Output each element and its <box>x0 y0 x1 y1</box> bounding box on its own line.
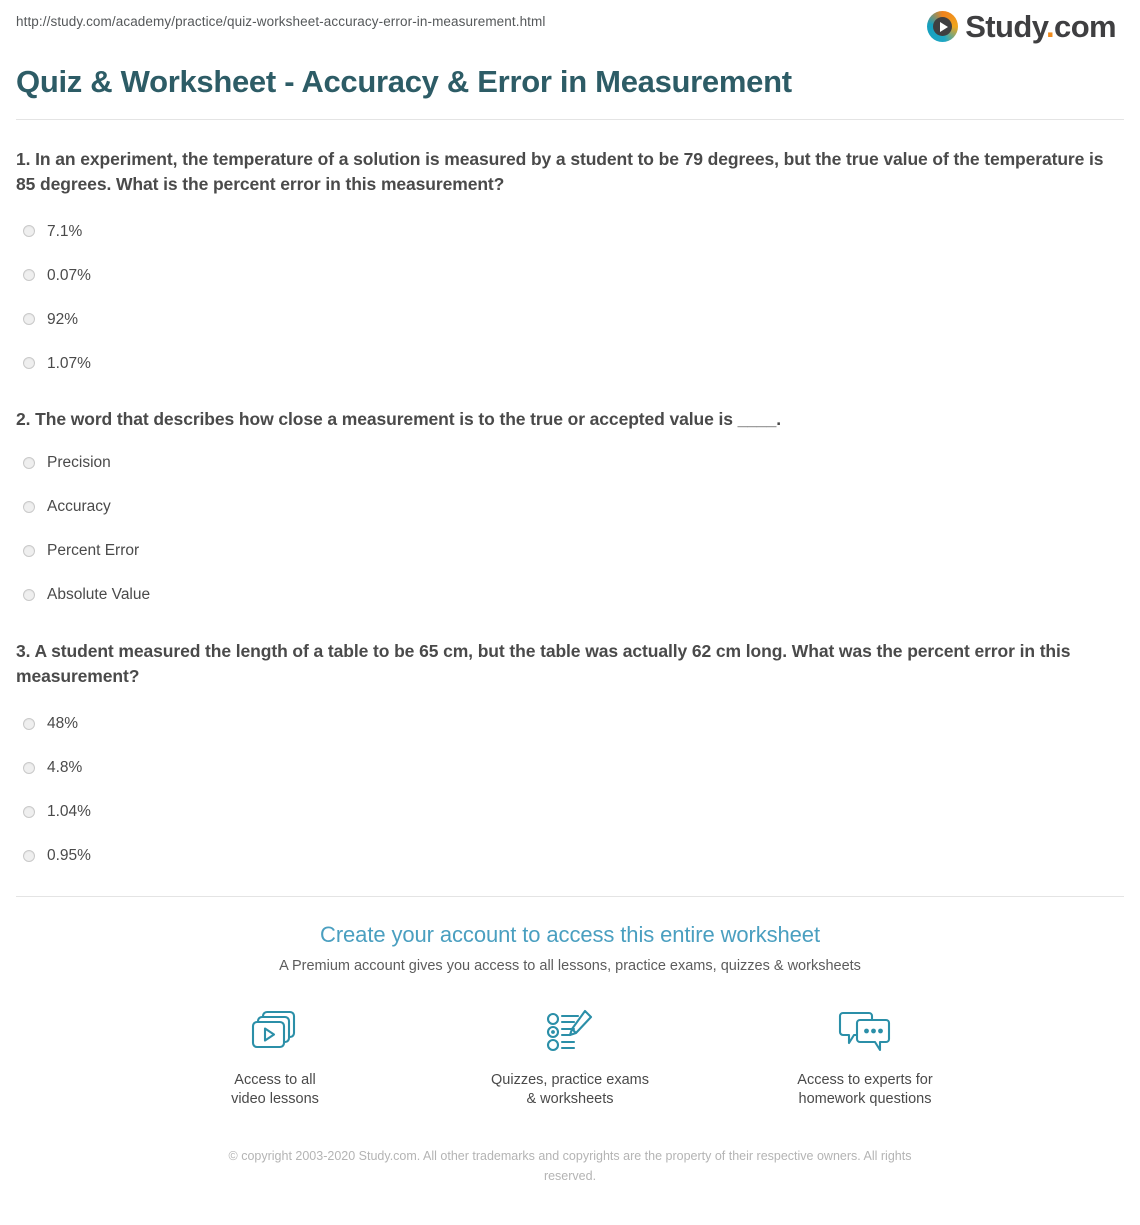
logo-word-dot: . <box>1046 9 1055 44</box>
radio-button-icon[interactable] <box>23 761 35 774</box>
radio-button-icon[interactable] <box>23 544 35 557</box>
option-label: 7.1% <box>47 222 83 240</box>
option-label: 1.07% <box>47 354 91 372</box>
logo-word-study: Study <box>965 9 1047 44</box>
option-row[interactable]: 92% <box>16 297 1124 341</box>
option-label: 48% <box>47 714 79 732</box>
option-row[interactable]: Percent Error <box>16 529 1124 573</box>
radio-button-icon[interactable] <box>23 269 35 282</box>
option-row[interactable]: 7.1% <box>16 209 1124 253</box>
question-1-text: 1. In an experiment, the temperature of … <box>16 148 1104 195</box>
question-3-text: 3. A student measured the length of a ta… <box>16 640 1071 687</box>
feature-quizzes: Quizzes, practice exams & worksheets <box>478 1004 663 1110</box>
question-1-options: 7.1% 0.07% 92% 1.07% <box>16 209 1124 385</box>
features-row: Access to all video lessons Quizzes, pra… <box>16 1004 1124 1110</box>
option-row[interactable]: 0.07% <box>16 253 1124 297</box>
question-3: 3. A student measured the length of a ta… <box>16 639 1124 878</box>
questions-list: 1. In an experiment, the temperature of … <box>16 120 1124 878</box>
option-row[interactable]: Absolute Value <box>16 573 1124 617</box>
logo-word-com: com <box>1054 9 1117 44</box>
feature-label: Access to all video lessons <box>231 1071 319 1108</box>
option-label: 0.95% <box>47 846 91 864</box>
cta-title[interactable]: Create your account to access this entir… <box>16 922 1124 948</box>
chat-bubbles-icon <box>773 1004 958 1060</box>
radio-button-icon[interactable] <box>23 805 35 818</box>
radio-button-icon[interactable] <box>23 849 35 862</box>
option-row[interactable]: Accuracy <box>16 485 1124 529</box>
radio-button-icon[interactable] <box>23 456 35 469</box>
page-url: http://study.com/academy/practice/quiz-w… <box>16 14 546 29</box>
logo-wordmark: Study.com <box>965 11 1116 42</box>
option-label: 4.8% <box>47 758 83 776</box>
option-row[interactable]: Precision <box>16 441 1124 485</box>
feature-label: Access to experts for homework questions <box>797 1071 933 1108</box>
option-label: Percent Error <box>47 542 140 560</box>
option-label: Accuracy <box>47 498 111 516</box>
cta-section: Create your account to access this entir… <box>16 897 1124 1110</box>
option-row[interactable]: 1.04% <box>16 790 1124 834</box>
study-com-logo[interactable]: Study.com <box>927 11 1124 42</box>
play-circle-icon <box>927 11 959 42</box>
question-2-options: Precision Accuracy Percent Error Absolut… <box>16 441 1124 617</box>
radio-button-icon[interactable] <box>23 588 35 601</box>
question-1: 1. In an experiment, the temperature of … <box>16 147 1124 386</box>
option-label: 92% <box>47 310 79 328</box>
option-row[interactable]: 0.95% <box>16 834 1124 878</box>
video-lessons-icon <box>183 1004 368 1060</box>
question-2-text: 2. The word that describes how close a m… <box>16 409 781 430</box>
quiz-pencil-icon <box>478 1004 663 1060</box>
radio-button-icon[interactable] <box>23 717 35 730</box>
option-row[interactable]: 1.07% <box>16 341 1124 385</box>
page-title: Quiz & Worksheet - Accuracy & Error in M… <box>16 64 792 99</box>
radio-button-icon[interactable] <box>23 225 35 238</box>
worksheet-page: http://study.com/academy/practice/quiz-w… <box>0 0 1140 1225</box>
option-label: Precision <box>47 454 111 472</box>
radio-button-icon[interactable] <box>23 500 35 513</box>
option-row[interactable]: 4.8% <box>16 746 1124 790</box>
feature-video-lessons: Access to all video lessons <box>183 1004 368 1110</box>
feature-label: Quizzes, practice exams & worksheets <box>491 1071 649 1108</box>
option-label: 0.07% <box>47 266 91 284</box>
option-row[interactable]: 48% <box>16 702 1124 746</box>
cta-subtitle: A Premium account gives you access to al… <box>279 957 861 974</box>
question-3-options: 48% 4.8% 1.04% 0.95% <box>16 702 1124 878</box>
radio-button-icon[interactable] <box>23 313 35 326</box>
radio-button-icon[interactable] <box>23 357 35 370</box>
option-label: Absolute Value <box>47 586 151 604</box>
feature-experts: Access to experts for homework questions <box>773 1004 958 1110</box>
page-header: http://study.com/academy/practice/quiz-w… <box>16 0 1124 50</box>
question-2: 2. The word that describes how close a m… <box>16 407 1124 616</box>
copyright-text: © copyright 2003-2020 Study.com. All oth… <box>228 1148 912 1183</box>
option-label: 1.04% <box>47 802 91 820</box>
